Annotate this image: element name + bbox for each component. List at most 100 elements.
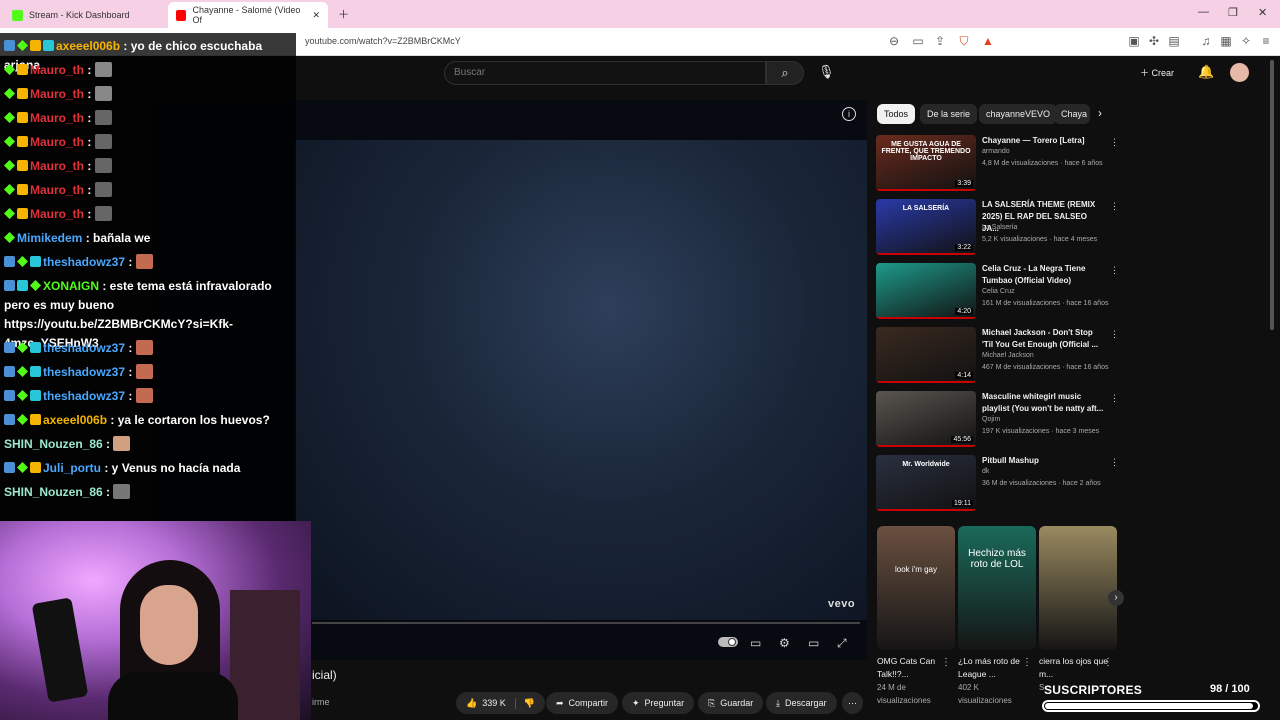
chat-username[interactable]: SHIN_Nouzen_86 xyxy=(4,437,103,451)
share-icon[interactable]: ⇪ xyxy=(932,34,948,48)
save-button[interactable]: ⎘ Guardar xyxy=(698,692,764,714)
info-icon[interactable]: i xyxy=(842,107,856,121)
chip-de-la-serie[interactable]: De la serie xyxy=(920,104,978,124)
channel-name[interactable]: dk xyxy=(982,468,989,475)
like-button[interactable]: 👍 339 K 👎 xyxy=(456,692,545,714)
video-thumbnail[interactable]: 45:56 xyxy=(876,391,976,447)
chat-username[interactable]: Mauro_th xyxy=(30,111,84,125)
video-thumbnail[interactable]: LA SALSERÍA 3:22 xyxy=(876,199,976,255)
search-button[interactable]: ⌕ xyxy=(766,61,804,85)
zoom-icon[interactable]: ⊖ xyxy=(886,34,902,48)
short-thumbnail[interactable]: Hechizo más roto de LOL xyxy=(958,526,1036,650)
short-more-icon[interactable]: ⋮ xyxy=(1103,657,1113,668)
video-title[interactable]: Pitbull Mashup xyxy=(982,455,1106,467)
close-window-button[interactable]: ✕ xyxy=(1258,6,1267,19)
chat-username[interactable]: Mimikedem xyxy=(17,231,82,245)
channel-name[interactable]: La Salsería xyxy=(982,224,1017,231)
chat-username[interactable]: theshadowz37 xyxy=(43,389,125,403)
recommended-video[interactable]: 4:14 Michael Jackson - Don't Stop 'Til Yo… xyxy=(876,327,1119,387)
short-caption[interactable]: ¿Lo más roto de League ... 402 K visualiz… xyxy=(958,655,1028,707)
chip-chayannevevo[interactable]: chayanneVEVO xyxy=(979,104,1058,124)
chat-username[interactable]: axeeel006b xyxy=(56,39,120,53)
channel-name[interactable]: armando xyxy=(982,148,1010,155)
video-thumbnail[interactable]: 4:14 xyxy=(876,327,976,383)
chat-username[interactable]: Mauro_th xyxy=(30,183,84,197)
menu-icon[interactable]: ≡ xyxy=(1258,34,1274,48)
scrollbar[interactable] xyxy=(1270,60,1274,330)
chat-username[interactable]: SHIN_Nouzen_86 xyxy=(4,485,103,499)
new-tab-button[interactable]: ＋ xyxy=(338,6,349,22)
chat-username[interactable]: theshadowz37 xyxy=(43,365,125,379)
recommended-video[interactable]: 4:20 Celia Cruz - La Negra Tiene Tumbao (… xyxy=(876,263,1119,323)
minimize-button[interactable]: — xyxy=(1198,6,1209,18)
subscribe-fragment[interactable]: irme xyxy=(312,697,330,707)
chip-chayanne[interactable]: Chaya xyxy=(1054,104,1090,124)
recommended-video[interactable]: Mr. Worldwide 19:11 Pitbull Mashup dk 36 M d… xyxy=(876,455,1119,515)
chat-username[interactable]: Mauro_th xyxy=(30,87,84,101)
chat-username[interactable]: theshadowz37 xyxy=(43,255,125,269)
close-tab-icon[interactable]: ✕ xyxy=(312,10,320,21)
shorts-next-button[interactable]: › xyxy=(1108,590,1124,606)
short-thumbnail[interactable] xyxy=(1039,526,1117,650)
ai-icon[interactable]: ✧ xyxy=(1238,34,1254,48)
subtitles-icon[interactable]: ▭ xyxy=(750,636,761,650)
video-title[interactable]: Celia Cruz - La Negra Tiene Tumbao (Offi… xyxy=(982,263,1106,287)
more-options-icon[interactable]: ⋮ xyxy=(1110,329,1119,340)
video-thumbnail[interactable]: ME GUSTA AGUA DE FRENTE, QUE TREMENDO IM… xyxy=(876,135,976,191)
short-caption[interactable]: OMG Cats Can Talk!!?... 24 M de visualiza… xyxy=(877,655,947,707)
recommended-video[interactable]: 45:56 Masculine whitegirl music playlist … xyxy=(876,391,1119,451)
more-options-icon[interactable]: ⋮ xyxy=(1110,201,1119,212)
wallet-icon[interactable]: ▦ xyxy=(1218,34,1234,48)
short-more-icon[interactable]: ⋮ xyxy=(1022,657,1032,668)
maximize-button[interactable]: ❐ xyxy=(1228,6,1238,19)
video-thumbnail[interactable]: Mr. Worldwide 19:11 xyxy=(876,455,976,511)
puzzle-icon[interactable]: ✣ xyxy=(1146,34,1162,48)
recommended-video[interactable]: ME GUSTA AGUA DE FRENTE, QUE TREMENDO IM… xyxy=(876,135,1119,195)
more-options-icon[interactable]: ⋮ xyxy=(1110,393,1119,404)
ask-button[interactable]: ✦ Preguntar xyxy=(622,692,695,714)
short-thumbnail[interactable]: look i'm gay xyxy=(877,526,955,650)
extension-icon[interactable]: ▣ xyxy=(1126,34,1142,48)
fullscreen-icon[interactable]: ⤢ xyxy=(837,636,847,651)
cast-icon[interactable]: ▭ xyxy=(910,34,926,48)
chevron-right-icon[interactable]: › xyxy=(1098,106,1102,120)
chat-username[interactable]: Juli_portu xyxy=(43,461,101,475)
tab-youtube[interactable]: Chayanne - Salomé (Video Of ✕ xyxy=(168,2,328,28)
recommended-video[interactable]: LA SALSERÍA 3:22 LA SALSERÍA THEME (REMIX … xyxy=(876,199,1119,259)
more-options-icon[interactable]: ⋮ xyxy=(1110,265,1119,276)
chat-username[interactable]: Mauro_th xyxy=(30,159,84,173)
chat-username[interactable]: Mauro_th xyxy=(30,63,84,77)
download-button[interactable]: ⤓ Descargar xyxy=(766,692,837,714)
brave-shield-icon[interactable]: ⛉ xyxy=(956,34,972,49)
microphone-icon[interactable]: 🎙 xyxy=(818,64,835,80)
thumbs-down-icon[interactable]: 👎 xyxy=(514,697,535,709)
create-button[interactable]: ＋ Crear xyxy=(1140,66,1174,79)
settings-gear-icon[interactable]: ⚙ xyxy=(779,636,790,650)
avatar[interactable] xyxy=(1230,63,1249,82)
chat-username[interactable]: axeeel006b xyxy=(43,413,107,427)
search-input[interactable] xyxy=(444,61,766,85)
notifications-bell-icon[interactable]: 🔔 xyxy=(1198,64,1214,80)
channel-name[interactable]: Celia Cruz xyxy=(982,288,1015,295)
video-title[interactable]: Masculine whitegirl music playlist (You … xyxy=(982,391,1106,415)
share-button[interactable]: ➦ Compartir xyxy=(546,692,619,714)
tab-kick-dashboard[interactable]: Stream - Kick Dashboard xyxy=(4,4,166,26)
chat-username[interactable]: Mauro_th xyxy=(30,207,84,221)
chat-username[interactable]: XONAIGN xyxy=(43,279,99,293)
progress-bar[interactable] xyxy=(312,622,860,624)
channel-name[interactable]: Qojim xyxy=(982,416,1000,423)
music-icon[interactable]: ♫ xyxy=(1198,34,1214,48)
chat-username[interactable]: theshadowz37 xyxy=(43,341,125,355)
video-title[interactable]: Chayanne — Torero [Letra] xyxy=(982,135,1106,147)
sidebar-icon[interactable]: ▤ xyxy=(1166,34,1182,48)
chat-username[interactable]: Mauro_th xyxy=(30,135,84,149)
rewards-icon[interactable]: ▲ xyxy=(980,34,996,48)
more-options-icon[interactable]: ⋮ xyxy=(1110,137,1119,148)
more-options-icon[interactable]: ⋮ xyxy=(1110,457,1119,468)
url-text[interactable]: youtube.com/watch?v=Z2BMBrCKMcY xyxy=(305,36,461,46)
channel-name[interactable]: Michael Jackson xyxy=(982,352,1034,359)
more-actions-button[interactable]: ⋯ xyxy=(842,692,863,714)
chip-todos[interactable]: Todos xyxy=(877,104,916,124)
video-title[interactable]: Michael Jackson - Don't Stop 'Til You Ge… xyxy=(982,327,1106,351)
video-thumbnail[interactable]: 4:20 xyxy=(876,263,976,319)
